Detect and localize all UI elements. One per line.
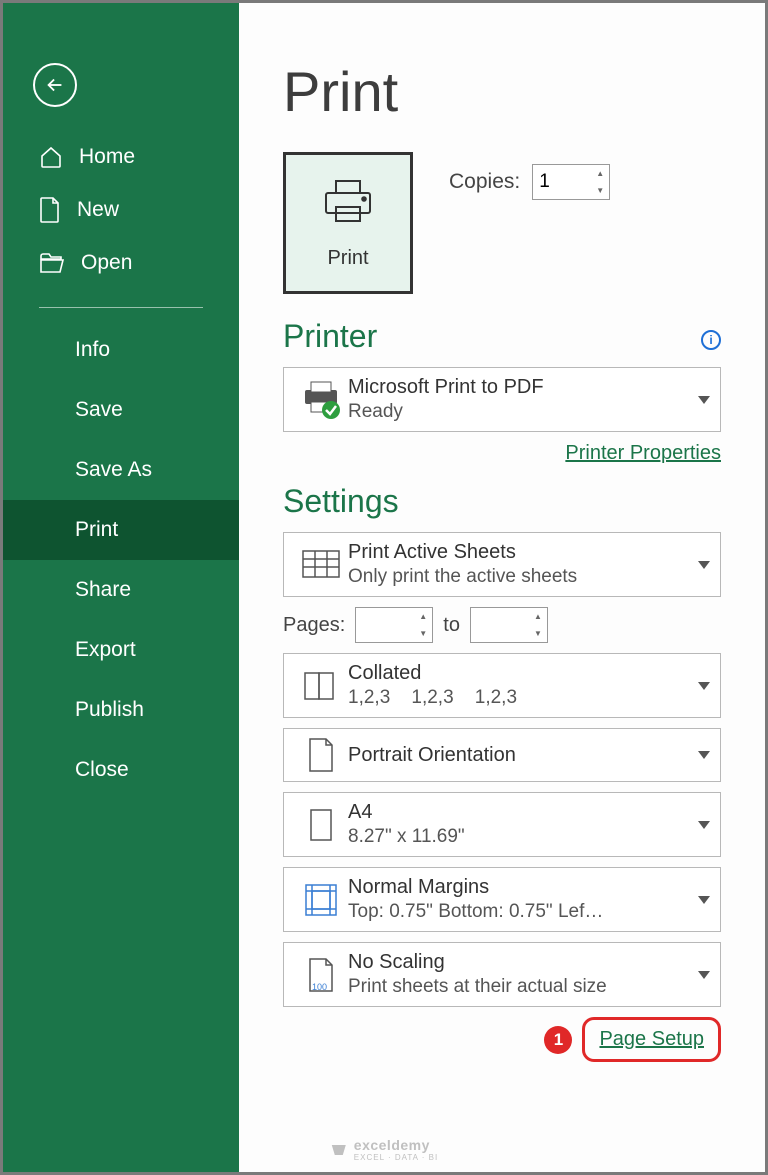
printer-name: Microsoft Print to PDF xyxy=(348,376,698,399)
sidebar-item-label: Home xyxy=(79,145,135,169)
spin-up-icon[interactable]: ▲ xyxy=(529,608,547,625)
sidebar-item-print[interactable]: Print xyxy=(3,500,239,560)
copies-label: Copies: xyxy=(449,170,520,194)
watermark: exceldemy EXCEL · DATA · BI xyxy=(330,1137,438,1162)
page-title: Print xyxy=(283,59,721,124)
printer-status: Ready xyxy=(348,401,698,423)
backstage-sidebar: Home New Open Info Save Save As Print Sh… xyxy=(3,3,239,1172)
sidebar-item-new[interactable]: New xyxy=(3,183,239,237)
setting-paper-size[interactable]: A4 8.27" x 11.69" xyxy=(283,792,721,857)
setting-orientation[interactable]: Portrait Orientation xyxy=(283,728,721,782)
chevron-down-icon xyxy=(698,971,710,979)
new-file-icon xyxy=(39,197,61,223)
chevron-down-icon xyxy=(698,751,710,759)
pages-from-stepper[interactable]: ▲▼ xyxy=(355,607,433,643)
paper-icon xyxy=(308,808,334,842)
print-panel: Print Print Copies: ▲ ▼ Printer i xyxy=(239,3,765,1172)
svg-text:100: 100 xyxy=(312,982,327,992)
chevron-down-icon xyxy=(698,682,710,690)
pages-to-stepper[interactable]: ▲▼ xyxy=(470,607,548,643)
printer-icon xyxy=(320,177,376,227)
spin-down-icon[interactable]: ▼ xyxy=(591,182,609,199)
sheets-icon xyxy=(301,549,341,581)
setting-margins[interactable]: Normal Margins Top: 0.75" Bottom: 0.75" … xyxy=(283,867,721,932)
sidebar-item-label: Open xyxy=(81,251,132,275)
sidebar-divider xyxy=(39,307,203,308)
sidebar-item-home[interactable]: Home xyxy=(3,131,239,183)
chevron-down-icon xyxy=(698,821,710,829)
scaling-icon: 100 xyxy=(307,957,335,993)
spin-up-icon[interactable]: ▲ xyxy=(414,608,432,625)
printer-ready-icon xyxy=(299,380,343,420)
chevron-down-icon xyxy=(698,561,710,569)
info-icon[interactable]: i xyxy=(701,330,721,350)
printer-properties-link[interactable]: Printer Properties xyxy=(283,442,721,465)
printer-selector[interactable]: Microsoft Print to PDF Ready xyxy=(283,367,721,432)
chevron-down-icon xyxy=(698,396,710,404)
spin-down-icon[interactable]: ▼ xyxy=(529,625,547,642)
setting-what-to-print[interactable]: Print Active Sheets Only print the activ… xyxy=(283,532,721,597)
setting-scaling[interactable]: 100 No Scaling Print sheets at their act… xyxy=(283,942,721,1007)
margins-icon xyxy=(304,883,338,917)
annotation-callout: Page Setup xyxy=(582,1017,721,1062)
sidebar-item-publish[interactable]: Publish xyxy=(3,680,239,740)
home-icon xyxy=(39,145,63,169)
arrow-left-icon xyxy=(44,74,66,96)
sidebar-item-info[interactable]: Info xyxy=(3,320,239,380)
print-button[interactable]: Print xyxy=(283,152,413,294)
printer-heading: Printer xyxy=(283,318,377,355)
annotation-badge: 1 xyxy=(544,1026,572,1054)
sidebar-item-label: New xyxy=(77,198,119,222)
pages-from-input[interactable] xyxy=(356,608,414,642)
chevron-down-icon xyxy=(698,896,710,904)
portrait-icon xyxy=(307,737,335,773)
back-button[interactable] xyxy=(33,63,77,107)
copies-stepper[interactable]: ▲ ▼ xyxy=(532,164,610,200)
sidebar-item-open[interactable]: Open xyxy=(3,237,239,289)
sidebar-item-share[interactable]: Share xyxy=(3,560,239,620)
pages-to-input[interactable] xyxy=(471,608,529,642)
watermark-icon xyxy=(330,1141,348,1159)
sidebar-item-save[interactable]: Save xyxy=(3,380,239,440)
print-button-label: Print xyxy=(327,247,368,270)
settings-heading: Settings xyxy=(283,483,721,520)
page-setup-link[interactable]: Page Setup xyxy=(599,1028,704,1051)
spin-down-icon[interactable]: ▼ xyxy=(414,625,432,642)
sidebar-item-save-as[interactable]: Save As xyxy=(3,440,239,500)
pages-label: Pages: xyxy=(283,614,345,637)
sidebar-item-export[interactable]: Export xyxy=(3,620,239,680)
copies-input[interactable] xyxy=(533,165,591,199)
collated-icon xyxy=(301,669,341,703)
pages-to-label: to xyxy=(443,614,460,637)
sidebar-item-close[interactable]: Close xyxy=(3,740,239,800)
setting-collation[interactable]: Collated 1,2,3 1,2,3 1,2,3 xyxy=(283,653,721,718)
spin-up-icon[interactable]: ▲ xyxy=(591,165,609,182)
open-folder-icon xyxy=(39,252,65,274)
